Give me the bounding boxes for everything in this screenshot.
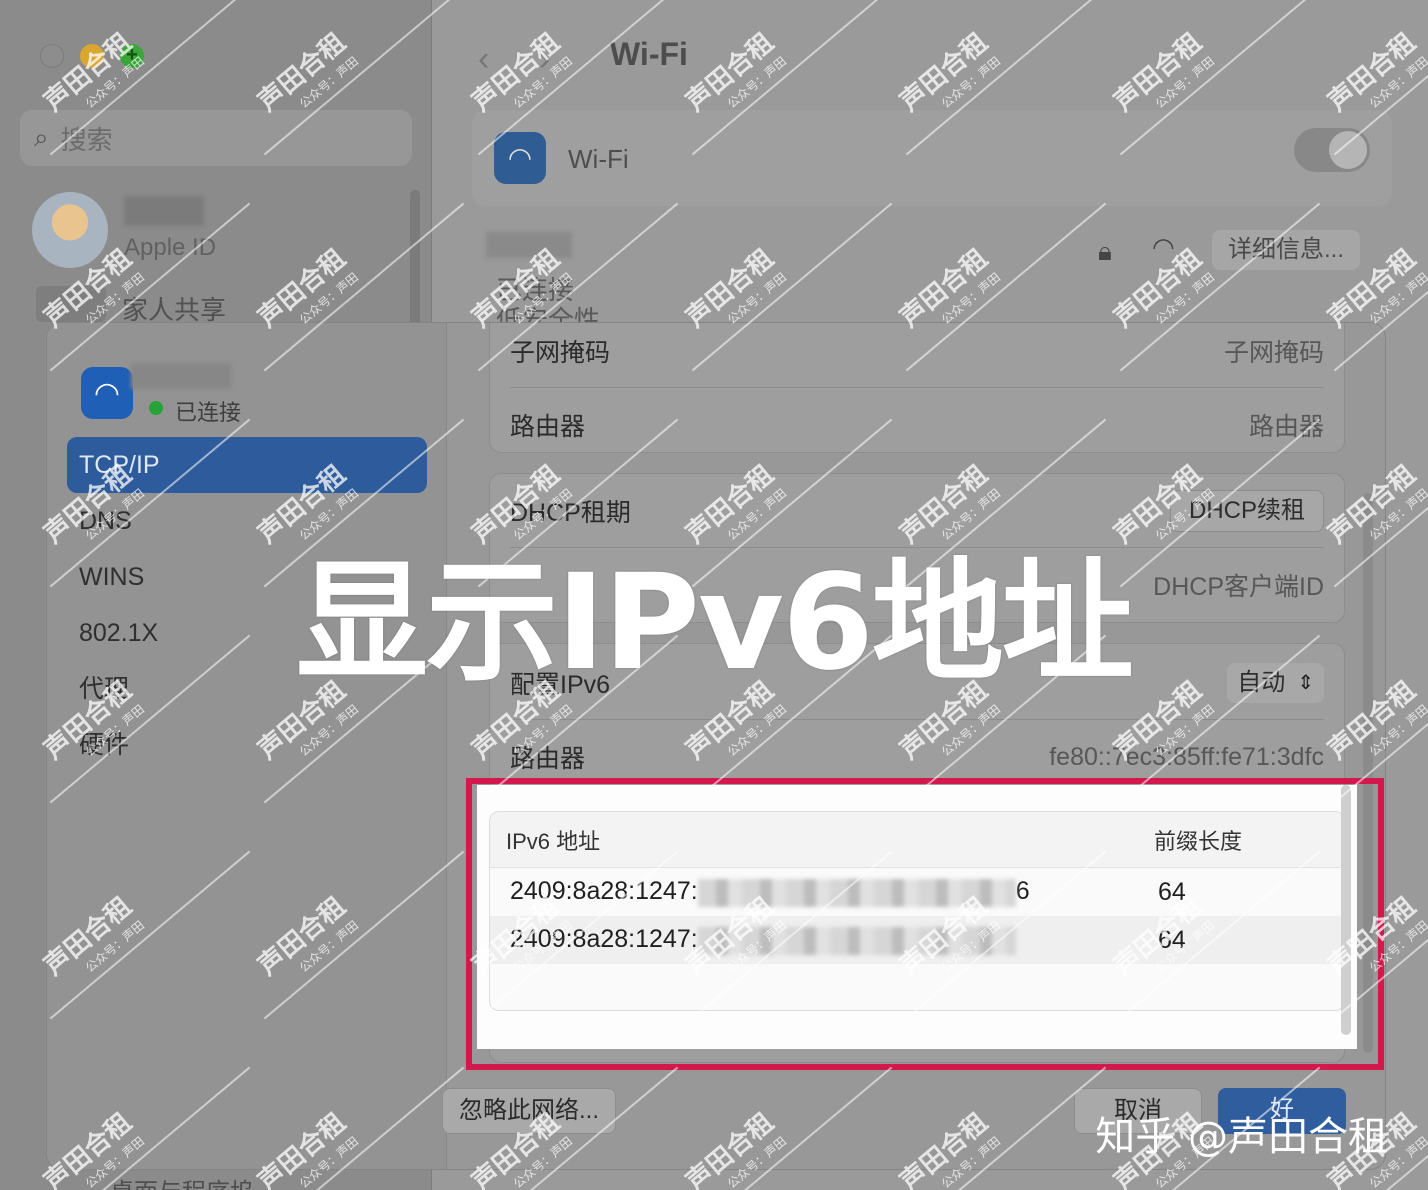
search-field[interactable]: ⌕ 搜索 [20, 110, 412, 166]
ipv4-group: 子网掩码 子网掩码 路由器 路由器 [489, 323, 1345, 453]
apple-id-label: Apple ID [124, 234, 217, 261]
page-title: Wi-Fi [610, 36, 688, 72]
wifi-icon: ◠ [494, 132, 546, 184]
back-forward-nav[interactable]: ‹ › [478, 40, 570, 79]
ipv6-router-label: 路由器 [510, 745, 586, 773]
family-sharing-icon [36, 286, 106, 322]
network-name-redacted [131, 363, 231, 389]
sidebar-scrollbar[interactable] [410, 190, 420, 330]
window-close-button[interactable] [40, 44, 64, 68]
avatar[interactable] [32, 192, 108, 268]
lock-icon: 🔒︎ [1098, 236, 1112, 266]
tab-hardware[interactable]: 硬件 [67, 717, 427, 773]
subnet-mask-value: 子网掩码 [1223, 338, 1324, 367]
ignore-network-button[interactable]: 忽略此网络... [442, 1088, 617, 1134]
ipv6-router-value: fe80::7ec3:85ff:fe71:3dfc [1049, 742, 1324, 771]
network-name-redacted [486, 232, 572, 258]
subnet-mask-label: 子网掩码 [510, 338, 611, 367]
wifi-label: Wi-Fi [568, 144, 629, 174]
window-minimize-button[interactable] [80, 44, 104, 68]
sidebar-item-desktop-dock[interactable]: 桌面与程序坞 [110, 1172, 254, 1190]
headline-overlay: 显示IPv6地址 [296, 546, 1134, 700]
router-label: 路由器 [510, 413, 586, 441]
subnet-mask-row: 子网掩码 子网掩码 [510, 323, 1324, 388]
search-icon: ⌕ [34, 122, 49, 152]
wifi-signal-icon: ◠ [1152, 232, 1175, 262]
connection-status: 已连接 [175, 400, 242, 425]
wifi-toggle[interactable] [1294, 128, 1370, 172]
window-maximize-button[interactable]: + [120, 44, 144, 68]
connected-status-dot [149, 401, 163, 415]
router-row: 路由器 路由器 [510, 388, 1324, 462]
credit-text: 知乎 @声田合租 [1095, 1114, 1388, 1160]
dialog-sidebar: ◠ 已连接 TCP/IP DNS WINS 802.1X 代理 硬件 [47, 323, 447, 1169]
highlight-box [466, 778, 1384, 1070]
wifi-icon: ◠ [81, 367, 133, 419]
tab-tcp-ip[interactable]: TCP/IP [67, 437, 427, 493]
user-name-redacted [124, 196, 204, 226]
search-placeholder: 搜索 [60, 124, 113, 155]
details-button[interactable]: 详细信息... [1212, 230, 1361, 270]
router-value: 路由器 [1248, 413, 1324, 441]
